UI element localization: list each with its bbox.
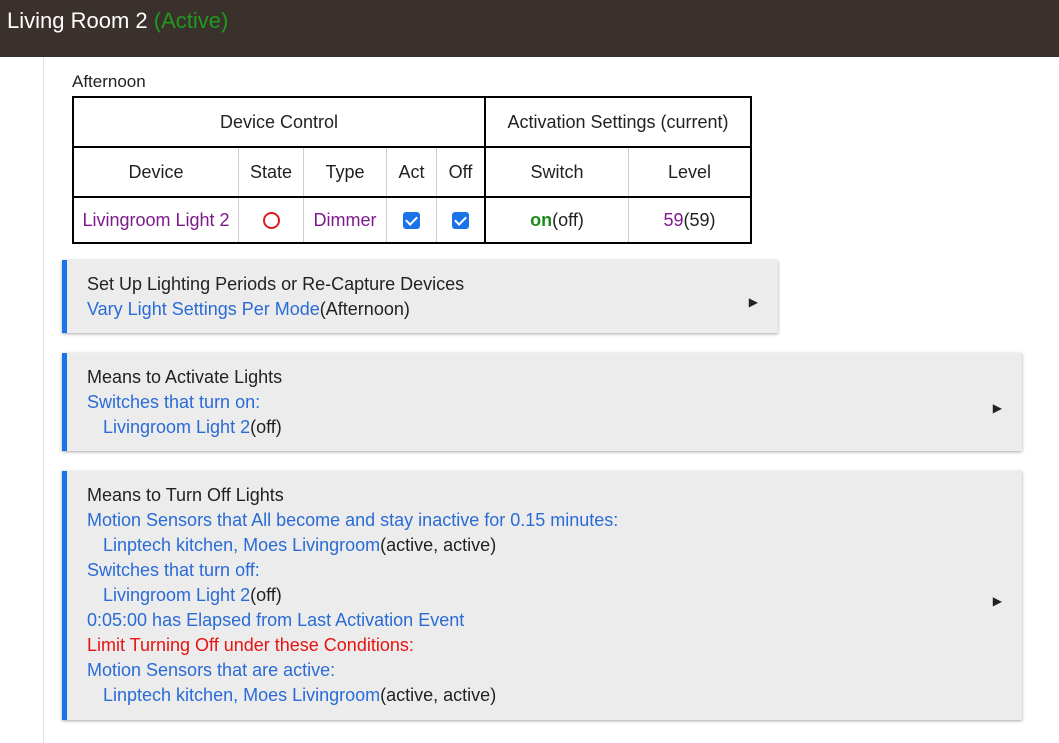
card-lighting-periods[interactable]: Set Up Lighting Periods or Re-Capture De…	[62, 260, 778, 333]
device-control-header: Device Control	[72, 96, 486, 148]
motion-inactive-label: Motion Sensors that All become and stay …	[87, 510, 619, 530]
switches-on-label: Switches that turn on:	[87, 392, 261, 412]
switches-off-label: Switches that turn off:	[87, 560, 260, 580]
card-title: Means to Activate Lights	[87, 367, 283, 387]
off-checkbox[interactable]	[452, 212, 469, 230]
switch-value[interactable]: on	[530, 210, 552, 230]
card-activate-lights[interactable]: Means to Activate Lights Switches that t…	[62, 353, 1022, 451]
switch-current: (off)	[552, 209, 584, 230]
mode-suffix: (Afternoon)	[319, 299, 410, 319]
level-current: (59)	[683, 209, 716, 230]
act-cell[interactable]	[386, 196, 437, 244]
device-link[interactable]: Livingroom Light 2	[72, 196, 239, 244]
switch-device-link[interactable]: Livingroom Light 2	[103, 417, 250, 437]
left-divider	[43, 57, 44, 743]
limit-conditions-label: Limit Turning Off under these Conditions…	[87, 635, 414, 655]
expand-arrow-icon[interactable]: ▶	[993, 589, 1002, 614]
expand-arrow-icon[interactable]: ▶	[749, 290, 758, 315]
vary-settings-link[interactable]: Vary Light Settings Per Mode	[87, 299, 320, 319]
state-cell[interactable]	[238, 196, 304, 244]
col-state: State	[238, 146, 304, 198]
col-level: Level	[628, 146, 752, 198]
card-title: Means to Turn Off Lights	[87, 485, 284, 505]
col-off: Off	[436, 146, 486, 198]
state-off-circle-icon[interactable]	[262, 212, 280, 230]
col-act: Act	[386, 146, 437, 198]
period-label: Afternoon	[72, 72, 146, 91]
status-label: (Active)	[153, 8, 229, 33]
expand-arrow-icon[interactable]: ▶	[993, 396, 1002, 421]
switch-off-device-link[interactable]: Livingroom Light 2	[103, 585, 250, 605]
device-table: Device Control Activation Settings (curr…	[72, 96, 752, 244]
motion-active-label: Motion Sensors that are active:	[87, 660, 336, 680]
app-title: Living Room 2	[7, 8, 148, 33]
type-link[interactable]: Dimmer	[303, 196, 387, 244]
card-turn-off-lights[interactable]: Means to Turn Off Lights Motion Sensors …	[62, 471, 1022, 720]
motion-devices-link[interactable]: Linptech kitchen, Moes Livingroom	[103, 535, 380, 555]
level-value[interactable]: 59	[663, 210, 683, 230]
motion-active-devices-state: (active, active)	[380, 685, 497, 705]
act-checkbox[interactable]	[403, 212, 420, 230]
motion-active-devices-link[interactable]: Linptech kitchen, Moes Livingroom	[103, 685, 380, 705]
level-cell[interactable]: 59(59)	[628, 196, 752, 244]
elapsed-label: 0:05:00 has Elapsed from Last Activation…	[87, 610, 465, 630]
col-switch: Switch	[484, 146, 629, 198]
col-type: Type	[303, 146, 387, 198]
switch-device-state: (off)	[250, 417, 282, 437]
activation-settings-header: Activation Settings (current)	[484, 96, 752, 148]
switch-off-device-state: (off)	[250, 585, 282, 605]
card-title: Set Up Lighting Periods or Re-Capture De…	[87, 274, 465, 294]
app-header: Living Room 2 (Active)	[0, 0, 1059, 57]
switch-cell[interactable]: on(off)	[484, 196, 629, 244]
col-device: Device	[72, 146, 239, 198]
motion-devices-state: (active, active)	[380, 535, 497, 555]
off-cell[interactable]	[436, 196, 486, 244]
